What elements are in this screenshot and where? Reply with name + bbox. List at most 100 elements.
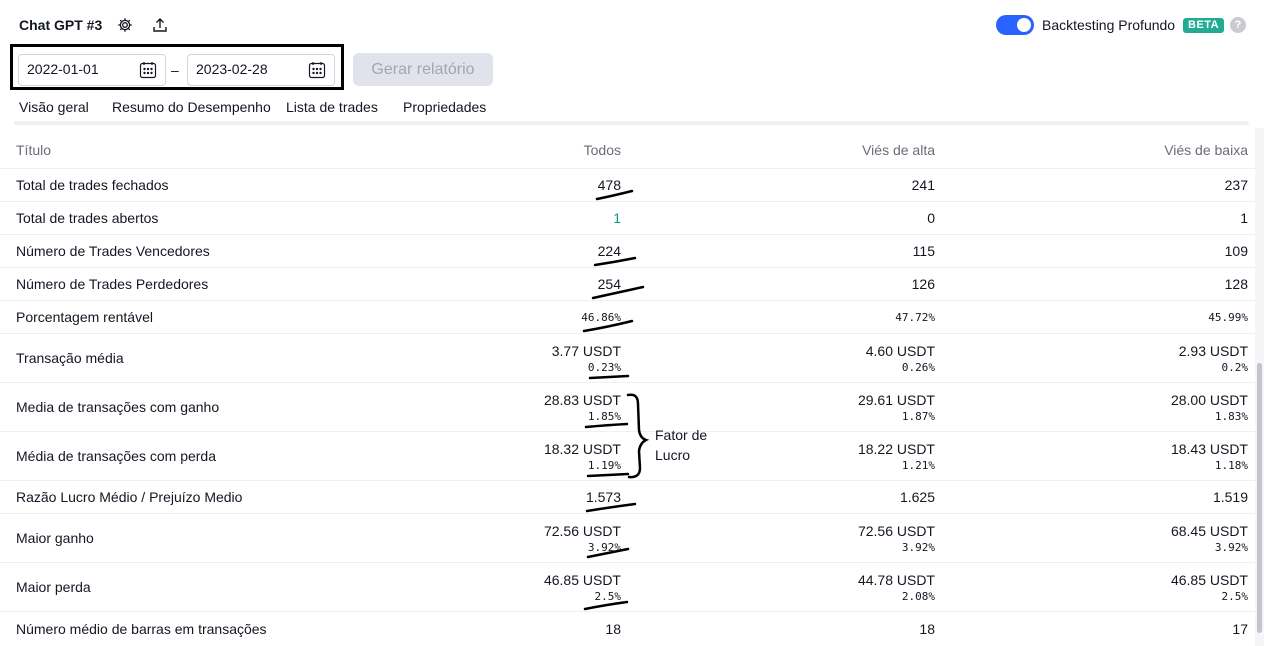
row-title: Número de Trades Vencedores bbox=[16, 243, 210, 259]
end-date-field[interactable] bbox=[187, 54, 335, 86]
table-header-row: Título Todos Viés de alta Viés de baixa bbox=[0, 132, 1255, 169]
row-title: Total de trades abertos bbox=[16, 210, 159, 226]
table-row: Número de Trades Vencedores 224 115 109 bbox=[0, 235, 1255, 268]
strategy-header: Chat GPT #3 Backtesting Profundo BETA ? bbox=[0, 0, 1264, 50]
value-long: 126 bbox=[911, 276, 935, 292]
header-short: Viés de baixa bbox=[1164, 142, 1248, 158]
percent-long: 2.08% bbox=[901, 589, 935, 603]
date-separator: – bbox=[171, 62, 179, 78]
value-short: 109 bbox=[1224, 243, 1248, 259]
value-all: 254 bbox=[597, 276, 621, 292]
value-all: 18 bbox=[605, 620, 621, 637]
header-all: Todos bbox=[583, 142, 621, 158]
value-all: 3.77 USDT bbox=[551, 342, 621, 359]
calendar-icon[interactable] bbox=[139, 61, 157, 79]
table-row: Maior perda 46.85 USDT 2.5% 44.78 USDT 2.0… bbox=[0, 563, 1255, 612]
value-short: 128 bbox=[1224, 276, 1248, 292]
percent-all: 1.19% bbox=[587, 458, 621, 472]
note-line: Lucro bbox=[655, 447, 691, 463]
scrollbar[interactable] bbox=[1255, 128, 1264, 646]
start-date-input[interactable] bbox=[27, 61, 137, 77]
value-short: 1.519 bbox=[1212, 489, 1248, 505]
value-long: 241 bbox=[911, 177, 935, 193]
percent-long: 1.21% bbox=[901, 458, 935, 472]
row-title: Número médio de barras em transações bbox=[16, 620, 267, 637]
generate-report-button[interactable]: Gerar relatório bbox=[353, 53, 493, 86]
percent-short: 0.2% bbox=[1221, 360, 1249, 374]
tab-overview[interactable]: Visão geral bbox=[19, 99, 89, 115]
value-long: 29.61 USDT bbox=[857, 391, 935, 408]
value-short: 2.93 USDT bbox=[1178, 342, 1248, 359]
tab-trade-list[interactable]: Lista de trades bbox=[286, 99, 378, 115]
table-row: Número de Trades Perdedores 254 126 128 bbox=[0, 268, 1255, 301]
value-all: 478 bbox=[597, 177, 621, 193]
gear-icon[interactable] bbox=[114, 14, 136, 36]
value-all: 46.85 USDT bbox=[543, 571, 621, 588]
deep-backtesting-toggle[interactable] bbox=[996, 15, 1034, 35]
table-row: Total de trades fechados 478 241 237 bbox=[0, 169, 1255, 202]
row-title: Porcentagem rentável bbox=[16, 309, 153, 325]
percent-long: 1.87% bbox=[901, 409, 935, 423]
percent-all: 3.92% bbox=[587, 540, 621, 554]
value-all: 18.32 USDT bbox=[543, 440, 621, 457]
value-short: 18.43 USDT bbox=[1170, 440, 1248, 457]
value-long: 115 bbox=[912, 243, 935, 259]
table-row: Média de transações com perda 18.32 USDT… bbox=[0, 432, 1255, 481]
table-row: Media de transações com ganho 28.83 USDT… bbox=[0, 383, 1255, 432]
percent-long: 0.26% bbox=[901, 360, 935, 374]
row-title: Razão Lucro Médio / Prejuízo Medio bbox=[16, 489, 243, 505]
profit-factor-note: Fator de Lucro bbox=[655, 425, 725, 465]
percent-all: 1.85% bbox=[587, 409, 621, 423]
tab-properties[interactable]: Propriedades bbox=[403, 99, 486, 115]
row-title: Maior ganho bbox=[16, 530, 94, 546]
value-all: 1 bbox=[613, 210, 621, 226]
value-all: 1.573 bbox=[585, 489, 621, 505]
note-line: Fator de bbox=[655, 427, 708, 443]
calendar-icon[interactable] bbox=[308, 61, 326, 79]
value-long: 18 bbox=[919, 620, 935, 637]
help-icon[interactable]: ? bbox=[1230, 17, 1246, 33]
value-short: 1 bbox=[1240, 210, 1248, 226]
header-title: Título bbox=[16, 142, 52, 158]
export-icon[interactable] bbox=[149, 14, 171, 36]
percent-short: 1.83% bbox=[1214, 409, 1248, 423]
value-long: 0 bbox=[927, 210, 935, 226]
row-title: Transação média bbox=[16, 350, 124, 366]
value-short: 46.85 USDT bbox=[1170, 571, 1248, 588]
row-title: Media de transações com ganho bbox=[16, 399, 220, 415]
value-short: 237 bbox=[1224, 177, 1248, 193]
table-row: Razão Lucro Médio / Prejuízo Medio 1.573… bbox=[0, 481, 1255, 514]
toggle-knob bbox=[1017, 18, 1031, 32]
value-long: 44.78 USDT bbox=[857, 571, 935, 588]
percent-long: 3.92% bbox=[901, 540, 935, 554]
scrollbar-thumb[interactable] bbox=[1257, 363, 1262, 633]
strategy-name: Chat GPT #3 bbox=[19, 17, 103, 33]
start-date-field[interactable] bbox=[18, 54, 166, 86]
value-short: 45.99% bbox=[1208, 310, 1248, 324]
value-long: 18.22 USDT bbox=[857, 440, 935, 457]
tabs-divider bbox=[14, 121, 1249, 125]
percent-all: 2.5% bbox=[594, 589, 622, 603]
row-title: Média de transações com perda bbox=[16, 448, 216, 464]
header-long: Viés de alta bbox=[862, 142, 935, 158]
tab-performance-summary[interactable]: Resumo do Desempenho bbox=[112, 99, 271, 115]
value-short: 17 bbox=[1232, 620, 1248, 637]
row-title: Maior perda bbox=[16, 579, 91, 595]
percent-short: 1.18% bbox=[1214, 458, 1248, 472]
deep-backtesting-label: Backtesting Profundo bbox=[1042, 17, 1176, 33]
table-row: Maior ganho 72.56 USDT 3.92% 72.56 USDT 3.… bbox=[0, 514, 1255, 563]
value-long: 72.56 USDT bbox=[857, 522, 935, 539]
value-all: 224 bbox=[597, 243, 621, 259]
end-date-input[interactable] bbox=[196, 61, 306, 77]
value-long: 4.60 USDT bbox=[865, 342, 935, 359]
percent-all: 0.23% bbox=[587, 360, 621, 374]
row-title: Total de trades fechados bbox=[16, 177, 169, 193]
table-row: Total de trades abertos 1 0 1 bbox=[0, 202, 1255, 235]
value-long: 1.625 bbox=[899, 489, 935, 505]
percent-short: 2.5% bbox=[1221, 589, 1249, 603]
table-row: Transação média 3.77 USDT 0.23% 4.60 USDT… bbox=[0, 334, 1255, 383]
value-all: 46.86% bbox=[581, 310, 621, 324]
value-all: 28.83 USDT bbox=[543, 391, 621, 408]
table-row: Número médio de barras em transações 18 … bbox=[0, 612, 1255, 645]
percent-short: 3.92% bbox=[1214, 540, 1248, 554]
